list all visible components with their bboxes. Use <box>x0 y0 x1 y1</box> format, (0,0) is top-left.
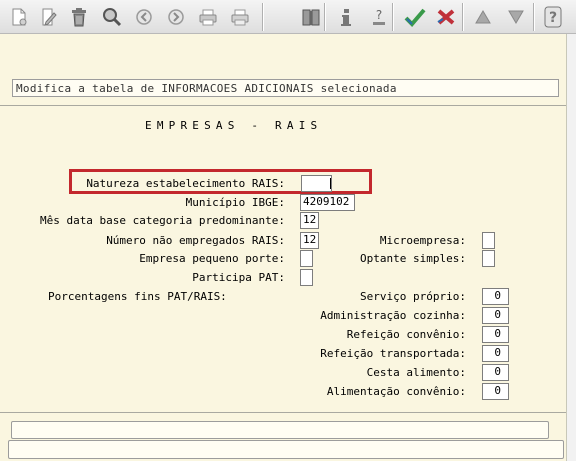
next-circle-icon[interactable] <box>163 4 189 30</box>
info-icon[interactable] <box>333 4 359 30</box>
administracao-cozinha-label: Administração cozinha: <box>320 309 466 322</box>
natureza-label: Natureza estabelecimento RAIS: <box>86 177 285 190</box>
form-title: EMPRESAS - RAIS <box>145 119 323 132</box>
arrow-up-icon[interactable] <box>470 4 496 30</box>
alimentacao-convenio-label: Alimentação convênio: <box>326 385 466 398</box>
mes-input[interactable]: 12 <box>300 212 319 229</box>
microempresa-label: Microempresa: <box>379 234 466 247</box>
arrow-down-icon[interactable] <box>503 4 529 30</box>
alimentacao-convenio-input[interactable]: 0 <box>482 383 509 400</box>
status-bar-upper <box>11 421 549 439</box>
municipio-input[interactable]: 4209102 <box>300 194 355 211</box>
empregados-input[interactable]: 12 <box>300 232 319 249</box>
empregados-label: Número não empregados RAIS: <box>106 234 285 247</box>
search-magnifier-icon[interactable] <box>99 4 125 30</box>
natureza-input[interactable] <box>301 175 332 192</box>
toolbar-separator <box>324 3 326 31</box>
divider <box>0 412 566 413</box>
mes-label: Mês data base categoria predominante: <box>39 214 285 227</box>
porcentagens-label: Porcentagens fins PAT/RAIS: <box>48 290 227 303</box>
toolbar-separator <box>533 3 535 31</box>
pequeno-porte-input[interactable] <box>300 250 313 267</box>
optante-label: Optante simples: <box>360 252 466 265</box>
servico-proprio-label: Serviço próprio: <box>360 290 466 303</box>
text-cursor <box>330 178 331 189</box>
confirm-check-icon[interactable] <box>402 4 428 30</box>
microempresa-input[interactable] <box>482 232 495 249</box>
print-icon[interactable] <box>195 4 221 30</box>
refeicao-transportada-label: Refeição transportada: <box>320 347 466 360</box>
svg-text:?: ? <box>549 10 557 26</box>
trash-icon[interactable] <box>66 4 92 30</box>
book-icon[interactable] <box>298 4 324 30</box>
refeicao-convenio-label: Refeição convênio: <box>346 328 466 341</box>
question-help-icon[interactable]: ? <box>540 4 566 30</box>
help-topic-icon[interactable]: ? <box>366 4 392 30</box>
status-bar-lower <box>8 440 564 459</box>
divider <box>0 105 566 106</box>
print-preview-icon[interactable] <box>227 4 253 30</box>
toolbar-separator <box>262 3 264 31</box>
servico-proprio-input[interactable]: 0 <box>482 288 509 305</box>
toolbar: ? ? <box>0 0 576 34</box>
toolbar-separator <box>392 3 394 31</box>
message-bar: Modifica a tabela de INFORMACOES ADICION… <box>12 79 559 97</box>
optante-input[interactable] <box>482 250 495 267</box>
window-right-border <box>566 34 576 461</box>
new-document-icon[interactable] <box>6 4 32 30</box>
edit-pencil-icon[interactable] <box>36 4 62 30</box>
municipio-label: Município IBGE: <box>185 196 285 209</box>
cancel-x-icon[interactable] <box>433 4 459 30</box>
pat-input[interactable] <box>300 269 313 286</box>
pat-label: Participa PAT: <box>192 271 285 284</box>
refeicao-convenio-input[interactable]: 0 <box>482 326 509 343</box>
svg-text:?: ? <box>376 8 382 22</box>
refeicao-transportada-input[interactable]: 0 <box>482 345 509 362</box>
previous-circle-icon[interactable] <box>131 4 157 30</box>
pequeno-porte-label: Empresa pequeno porte: <box>139 252 285 265</box>
cesta-alimento-input[interactable]: 0 <box>482 364 509 381</box>
toolbar-separator <box>462 3 464 31</box>
cesta-alimento-label: Cesta alimento: <box>366 366 466 379</box>
administracao-cozinha-input[interactable]: 0 <box>482 307 509 324</box>
